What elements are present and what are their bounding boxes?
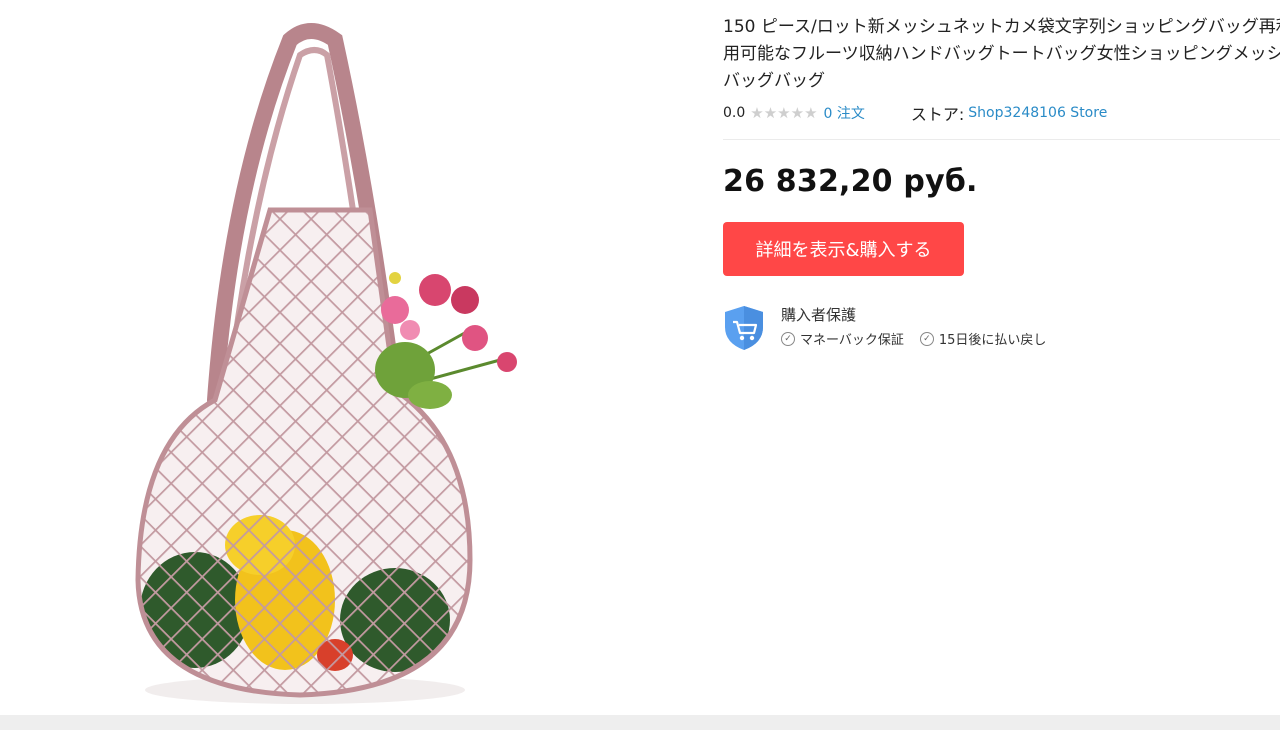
buyer-protection: 購入者保護 ✓ マネーバック保証 ✓ 15日後に払い戻し <box>723 305 1280 351</box>
view-and-buy-button[interactable]: 詳細を表示&購入する <box>723 222 964 276</box>
star-icon: ★ <box>763 103 778 122</box>
rating-value: 0.0 <box>723 105 746 121</box>
store-label: ストア: <box>910 105 965 124</box>
protection-title: 購入者保護 <box>781 306 857 324</box>
check-circle-icon: ✓ <box>919 331 934 346</box>
rating-stars: ★ ★ ★ ★ ★ <box>750 103 818 122</box>
mesh-bag-illustration <box>135 23 517 704</box>
bottom-bar <box>0 715 1280 730</box>
protection-item: ✓ 15日後に払い戻し <box>919 329 1047 348</box>
star-icon: ★ <box>777 103 791 122</box>
protection-text: 購入者保護 ✓ マネーバック保証 ✓ 15日後に払い戻し <box>781 305 1062 348</box>
shield-cart-icon <box>725 306 763 350</box>
product-page: 150 ピース/ロット新メッシュネットカメ袋文字列ショッピングバッグ再利用可能な… <box>0 0 1280 730</box>
store-link[interactable]: Shop3248106 Store <box>968 105 1107 121</box>
protection-item-label: マネーバック保証 <box>800 333 904 348</box>
product-image[interactable] <box>0 0 700 715</box>
protection-items: ✓ マネーバック保証 ✓ 15日後に払い戻し <box>781 329 1062 348</box>
check-circle-icon: ✓ <box>781 331 795 346</box>
product-title[interactable]: 150 ピース/ロット新メッシュネットカメ袋文字列ショッピングバッグ再利用可能な… <box>723 14 1280 95</box>
orders-count[interactable]: 0 注文 <box>824 103 865 123</box>
product-details: 150 ピース/ロット新メッシュネットカメ袋文字列ショッピングバッグ再利用可能な… <box>723 14 1280 351</box>
protection-item: ✓ マネーバック保証 <box>781 329 904 348</box>
divider <box>723 139 1280 140</box>
product-meta: 0.0 ★ ★ ★ ★ ★ 0 注文 ストア: Shop3248106 Stor… <box>723 103 1280 124</box>
protection-item-label: 15日後に払い戻し <box>938 333 1047 348</box>
star-icon: ★ <box>804 103 818 122</box>
star-icon: ★ <box>790 103 805 122</box>
product-price: 26 832,20 руб. <box>723 164 978 199</box>
star-icon: ★ <box>750 103 764 122</box>
